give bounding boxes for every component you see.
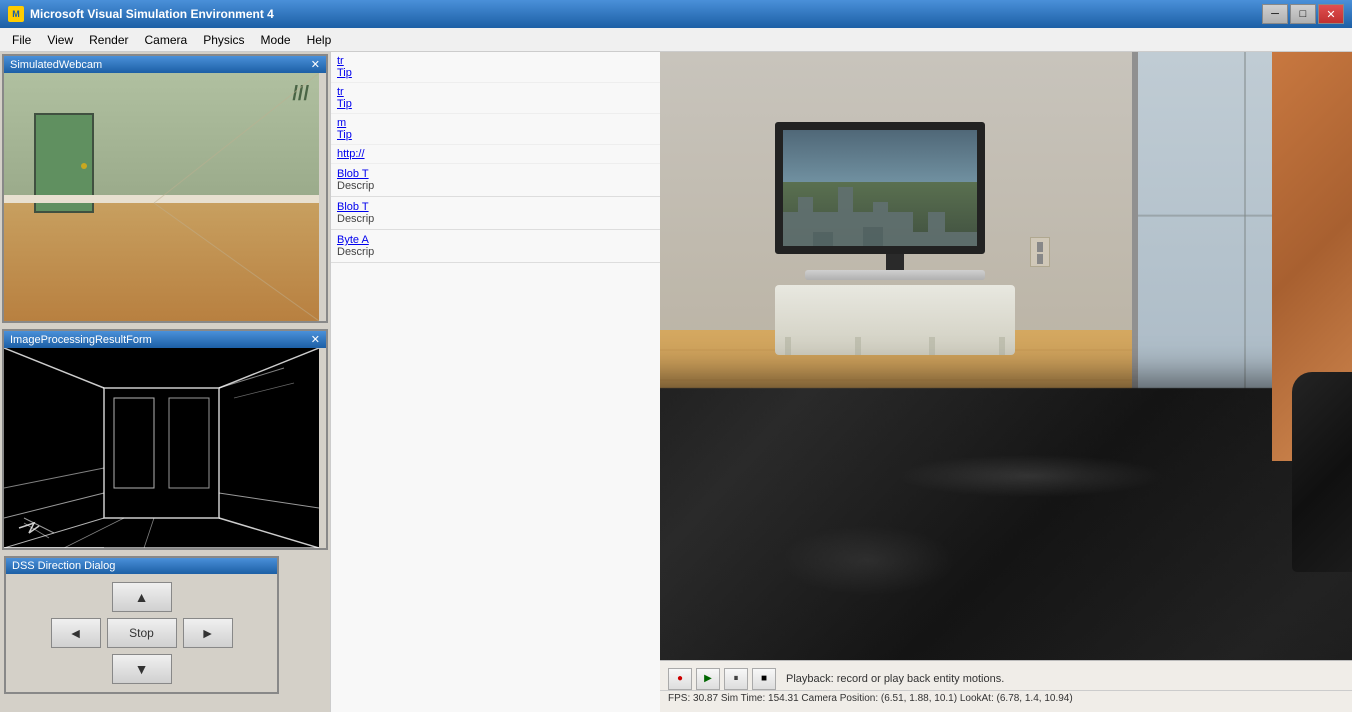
imgproc-view bbox=[4, 348, 319, 548]
stand-leg-4 bbox=[929, 337, 935, 355]
webcam-door-handle bbox=[81, 163, 87, 169]
outlet-slot-2 bbox=[1037, 254, 1043, 264]
left-panel: SimulatedWebcam ✕ /// bbox=[0, 52, 330, 712]
byte-desc: Descrip bbox=[337, 246, 654, 258]
dss-stop-button[interactable]: Stop bbox=[107, 618, 177, 648]
menu-item-render[interactable]: Render bbox=[81, 31, 136, 49]
play-button[interactable]: ▶ bbox=[696, 668, 720, 690]
title-bar-left: M Microsoft Visual Simulation Environmen… bbox=[8, 6, 274, 22]
menu-item-help[interactable]: Help bbox=[299, 31, 340, 49]
imgproc-close-icon[interactable]: ✕ bbox=[311, 333, 320, 346]
log-panel: tr Tip tr Tip m Tip http:// Blob T Descr… bbox=[330, 52, 660, 712]
pause-button[interactable]: ⏸ bbox=[724, 668, 748, 690]
outlet-slot-1 bbox=[1037, 242, 1043, 252]
viewport[interactable]: ● ▶ ⏸ ■ Playback: record or play back en… bbox=[660, 52, 1352, 712]
status-bar: FPS: 30.87 Sim Time: 154.31 Camera Posit… bbox=[660, 690, 1352, 706]
tv-sky bbox=[783, 130, 977, 182]
viewport-scene bbox=[660, 52, 1352, 712]
app-icon: M bbox=[8, 6, 24, 22]
blob-title-2[interactable]: Blob T bbox=[337, 201, 654, 213]
webcam-logo: /// bbox=[292, 83, 309, 106]
menu-item-physics[interactable]: Physics bbox=[195, 31, 252, 49]
blob-desc-1: Descrip bbox=[337, 180, 654, 192]
webcam-window: SimulatedWebcam ✕ /// bbox=[2, 54, 328, 323]
blob-entry-3: Byte A Descrip bbox=[331, 230, 660, 263]
couch bbox=[660, 402, 1352, 662]
webcam-scene: /// bbox=[4, 73, 319, 321]
app-title: Microsoft Visual Simulation Environment … bbox=[30, 7, 274, 21]
menu-item-file[interactable]: File bbox=[4, 31, 39, 49]
dss-dialog-title: DSS Direction Dialog bbox=[6, 558, 277, 574]
tv-area bbox=[775, 122, 1015, 355]
dss-dialog-content: ▲ ◄ Stop ► ▼ bbox=[6, 574, 277, 692]
webcam-floor bbox=[4, 201, 319, 321]
menu-item-mode[interactable]: Mode bbox=[253, 31, 299, 49]
imgproc-title-bar: ImageProcessingResultForm ✕ bbox=[4, 331, 326, 348]
playback-controls: ● ▶ ⏸ ■ Playback: record or play back en… bbox=[660, 668, 1352, 690]
log-link-2[interactable]: Tip bbox=[337, 67, 654, 79]
close-button[interactable]: ✕ bbox=[1318, 4, 1344, 24]
blob-entry-1: Blob T Descrip bbox=[331, 164, 660, 197]
log-link-5[interactable]: m bbox=[337, 117, 654, 129]
menu-item-view[interactable]: View bbox=[39, 31, 81, 49]
tv-base bbox=[805, 270, 985, 280]
couch-back bbox=[660, 388, 1352, 662]
playback-text: Playback: record or play back entity mot… bbox=[786, 673, 1004, 685]
main-layout: SimulatedWebcam ✕ /// bbox=[0, 52, 1352, 712]
webcam-title-bar: SimulatedWebcam ✕ bbox=[4, 56, 326, 73]
playback-bar: ● ▶ ⏸ ■ Playback: record or play back en… bbox=[660, 660, 1352, 712]
webcam-view: /// bbox=[4, 73, 319, 321]
record-button[interactable]: ● bbox=[668, 668, 692, 690]
tv-stand bbox=[775, 285, 1015, 355]
tv-content bbox=[783, 130, 977, 246]
blob-desc-2: Descrip bbox=[337, 213, 654, 225]
wall-outlet bbox=[1030, 237, 1050, 267]
dss-down-button[interactable]: ▼ bbox=[112, 654, 172, 684]
webcam-title-label: SimulatedWebcam bbox=[10, 59, 102, 71]
couch-cushion bbox=[763, 519, 971, 602]
maximize-button[interactable]: □ bbox=[1290, 4, 1316, 24]
dss-up-button[interactable]: ▲ bbox=[112, 582, 172, 612]
title-bar: M Microsoft Visual Simulation Environmen… bbox=[0, 0, 1352, 28]
tv-screen bbox=[775, 122, 985, 254]
log-link-6[interactable]: Tip bbox=[337, 129, 654, 141]
log-entry-3: m Tip bbox=[331, 114, 660, 145]
dss-dialog: DSS Direction Dialog ▲ ◄ Stop ► ▼ bbox=[4, 556, 279, 694]
stand-leg-3 bbox=[855, 337, 861, 355]
camera-pos-display: Camera Position: (6.51, 1.88, 10.1) bbox=[801, 693, 957, 704]
byte-title[interactable]: Byte A bbox=[337, 234, 654, 246]
stand-leg-2 bbox=[999, 337, 1005, 355]
menu-bar: FileViewRenderCameraPhysicsModeHelp bbox=[0, 28, 1352, 52]
imgproc-svg bbox=[4, 348, 319, 548]
dss-left-button[interactable]: ◄ bbox=[51, 618, 101, 648]
stand-leg-1 bbox=[785, 337, 791, 355]
menu-item-camera[interactable]: Camera bbox=[137, 31, 196, 49]
log-link-4[interactable]: Tip bbox=[337, 98, 654, 110]
blob-entry-2: Blob T Descrip bbox=[331, 197, 660, 230]
blob-title-1[interactable]: Blob T bbox=[337, 168, 654, 180]
http-entry: http:// bbox=[331, 145, 660, 164]
window-controls: ─ □ ✕ bbox=[1262, 4, 1344, 24]
dss-middle-row: ◄ Stop ► bbox=[51, 618, 233, 648]
imgproc-window: ImageProcessingResultForm ✕ bbox=[2, 329, 328, 550]
log-link-1[interactable]: tr bbox=[337, 55, 654, 67]
couch-armrest-right bbox=[1292, 372, 1352, 572]
stop-button[interactable]: ■ bbox=[752, 668, 776, 690]
dss-right-button[interactable]: ► bbox=[183, 618, 233, 648]
minimize-button[interactable]: ─ bbox=[1262, 4, 1288, 24]
webcam-close-icon[interactable]: ✕ bbox=[311, 58, 320, 71]
log-entry-2: tr Tip bbox=[331, 83, 660, 114]
simtime-display: Sim Time: 154.31 bbox=[721, 693, 799, 704]
fps-display: FPS: 30.87 bbox=[668, 693, 718, 704]
imgproc-title-label: ImageProcessingResultForm bbox=[10, 334, 152, 346]
webcam-baseboard bbox=[4, 195, 319, 203]
log-entry-1: tr Tip bbox=[331, 52, 660, 83]
tv-ground bbox=[783, 182, 977, 246]
log-link-3[interactable]: tr bbox=[337, 86, 654, 98]
lookat-display: LookAt: (6.78, 1.4, 10.94) bbox=[960, 693, 1073, 704]
http-link[interactable]: http:// bbox=[337, 148, 654, 160]
couch-highlight bbox=[895, 454, 1166, 497]
tv-neck bbox=[886, 254, 904, 270]
tv-castle-svg bbox=[783, 182, 977, 246]
